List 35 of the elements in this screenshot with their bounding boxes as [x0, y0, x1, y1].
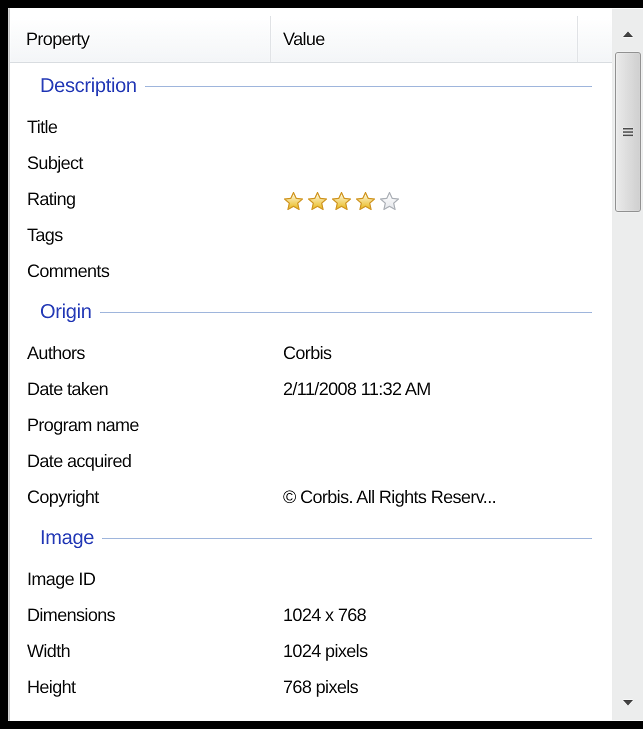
star-icon[interactable] — [307, 190, 328, 212]
property-name: Rating — [27, 188, 76, 210]
property-name: Image ID — [27, 568, 96, 590]
property-value: 1024 pixels — [283, 640, 368, 662]
property-name: Date acquired — [27, 450, 132, 472]
property-name: Authors — [27, 342, 86, 364]
property-value: 768 pixels — [283, 676, 358, 698]
property-name: Height — [27, 676, 77, 698]
scroll-down-icon[interactable] — [622, 699, 634, 707]
property-name: Dimensions — [27, 604, 116, 626]
scroll-thumb[interactable] — [614, 52, 640, 212]
group-header[interactable]: Image — [40, 526, 94, 550]
scroll-up-icon[interactable] — [622, 30, 634, 38]
group-header[interactable]: Origin — [40, 300, 92, 324]
star-icon[interactable] — [331, 190, 352, 212]
property-value: Corbis — [283, 342, 332, 364]
grip-icon — [622, 127, 632, 137]
column-header[interactable]: Property — [10, 16, 271, 62]
property-name: Title — [27, 116, 58, 138]
property-value: 1024 x 768 — [283, 604, 366, 626]
vertical-scrollbar[interactable] — [612, 8, 643, 721]
property-value: © Corbis. All Rights Reserv... — [283, 486, 496, 508]
star-icon[interactable] — [379, 190, 400, 212]
group-header[interactable]: Description — [40, 74, 137, 98]
property-name: Program name — [27, 414, 140, 436]
property-name: Width — [27, 640, 72, 662]
column-header[interactable]: Value — [271, 16, 578, 62]
star-icon[interactable] — [283, 190, 304, 212]
property-value: 2/11/2008 11:32 AM — [283, 378, 431, 400]
property-name: Tags — [27, 224, 64, 246]
property-name: Date taken — [27, 378, 110, 400]
property-name: Comments — [27, 260, 110, 282]
star-icon[interactable] — [355, 190, 376, 212]
property-name: Copyright — [27, 486, 100, 508]
property-name: Subject — [27, 152, 84, 174]
